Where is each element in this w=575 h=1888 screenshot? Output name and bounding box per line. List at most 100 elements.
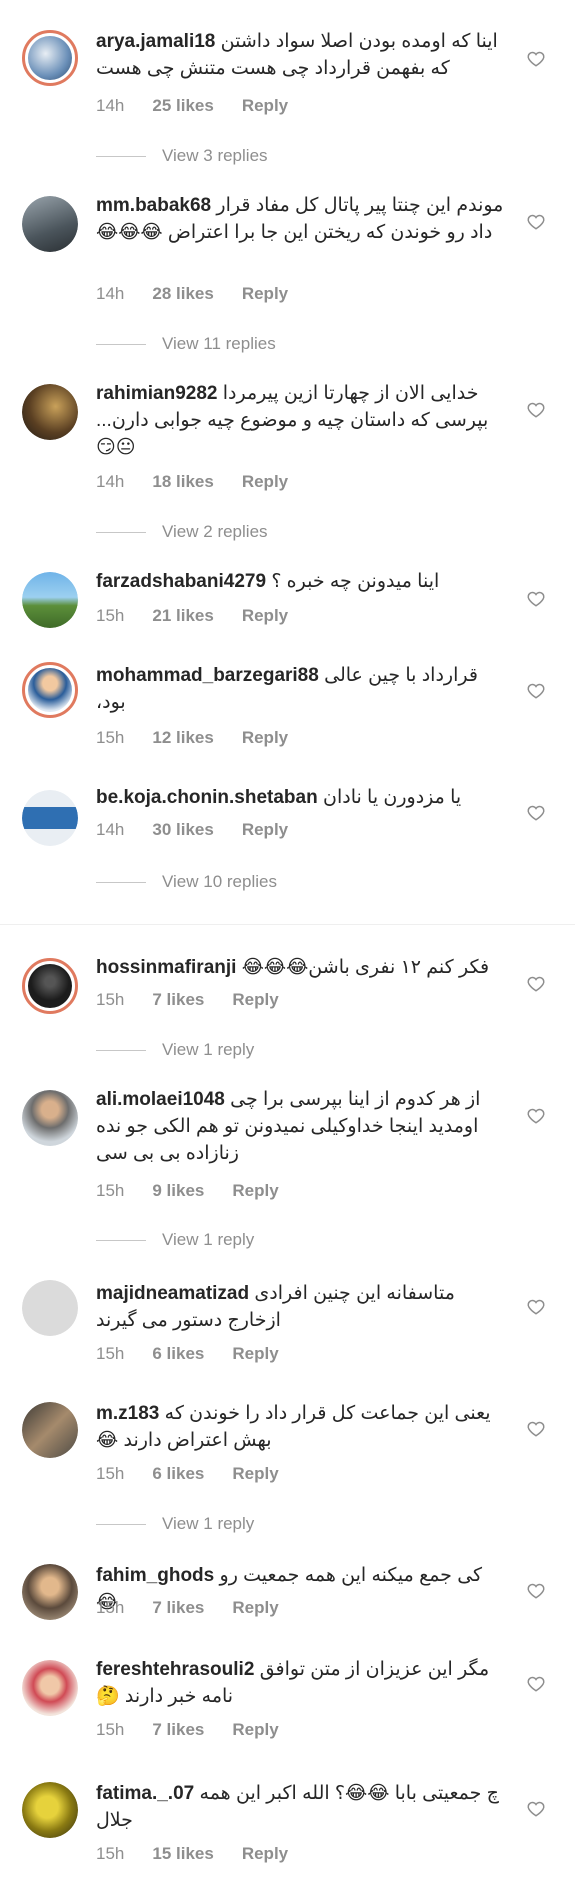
likes-count[interactable]: 6 likes bbox=[152, 1464, 204, 1483]
comment-username[interactable]: fereshtehrasouli2 bbox=[96, 1659, 254, 1680]
comment-username[interactable]: hossinmafiranji bbox=[96, 957, 236, 978]
likes-count[interactable]: 7 likes bbox=[152, 1720, 204, 1739]
comment-username[interactable]: mohammad_barzegari88 bbox=[96, 665, 319, 686]
comment-username[interactable]: rahimian9282 bbox=[96, 383, 217, 404]
avatar[interactable] bbox=[22, 1090, 78, 1146]
section-divider bbox=[0, 924, 575, 925]
avatar[interactable] bbox=[22, 196, 78, 252]
heart-icon[interactable] bbox=[527, 213, 545, 231]
comment-meta: 15h 15 likes Reply bbox=[96, 1844, 316, 1864]
comment-text: فکر کنم ۱۲ نفری باشن😂😂😂 bbox=[241, 957, 490, 978]
comment-time: 15h bbox=[96, 990, 125, 1009]
avatar[interactable] bbox=[22, 1280, 78, 1336]
avatar[interactable] bbox=[22, 1402, 78, 1458]
avatar[interactable] bbox=[22, 790, 78, 846]
comment-username[interactable]: farzadshabani4279 bbox=[96, 571, 266, 592]
reply-button[interactable]: Reply bbox=[232, 1344, 278, 1363]
heart-icon[interactable] bbox=[527, 1420, 545, 1438]
comment-meta: 15h 6 likes Reply bbox=[96, 1344, 307, 1364]
comment-meta: 14h 28 likes Reply bbox=[96, 284, 316, 304]
likes-count[interactable]: 9 likes bbox=[152, 1181, 204, 1200]
view-replies-button[interactable]: View 10 replies bbox=[96, 872, 277, 892]
heart-icon[interactable] bbox=[527, 975, 545, 993]
reply-button[interactable]: Reply bbox=[232, 1720, 278, 1739]
reply-button[interactable]: Reply bbox=[232, 1464, 278, 1483]
avatar[interactable] bbox=[22, 1782, 78, 1838]
comment-username[interactable]: fahim_ghods bbox=[96, 1565, 214, 1586]
heart-icon[interactable] bbox=[527, 50, 545, 68]
avatar[interactable] bbox=[22, 1660, 78, 1716]
likes-count[interactable]: 25 likes bbox=[152, 96, 213, 115]
comment-time: 15h bbox=[96, 1181, 125, 1200]
reply-button[interactable]: Reply bbox=[242, 284, 288, 303]
comment-time: 15h bbox=[96, 1598, 125, 1617]
comment-meta: 15h 21 likes Reply bbox=[96, 606, 316, 626]
comment-meta: 15h 7 likes Reply bbox=[96, 1598, 307, 1618]
heart-icon[interactable] bbox=[527, 1800, 545, 1818]
comment-username[interactable]: m.z183 bbox=[96, 1403, 159, 1424]
heart-icon[interactable] bbox=[527, 1107, 545, 1125]
likes-count[interactable]: 7 likes bbox=[152, 990, 204, 1009]
comment-time: 15h bbox=[96, 728, 125, 747]
likes-count[interactable]: 21 likes bbox=[152, 606, 213, 625]
comment-username[interactable]: arya.jamali18 bbox=[96, 31, 215, 52]
comment-meta: 15h 7 likes Reply bbox=[96, 1720, 307, 1740]
likes-count[interactable]: 28 likes bbox=[152, 284, 213, 303]
reply-button[interactable]: Reply bbox=[242, 820, 288, 839]
comment-time: 15h bbox=[96, 1844, 125, 1863]
likes-count[interactable]: 30 likes bbox=[152, 820, 213, 839]
view-replies-button[interactable]: View 3 replies bbox=[96, 146, 268, 166]
comment-username[interactable]: mm.babak68 bbox=[96, 195, 211, 216]
heart-icon[interactable] bbox=[527, 1675, 545, 1693]
heart-icon[interactable] bbox=[527, 682, 545, 700]
reply-button[interactable]: Reply bbox=[232, 1598, 278, 1617]
likes-count[interactable]: 6 likes bbox=[152, 1344, 204, 1363]
comment-text: اینا میدونن چه خبره ؟ bbox=[271, 571, 440, 592]
view-replies-button[interactable]: View 2 replies bbox=[96, 522, 268, 542]
avatar[interactable] bbox=[22, 662, 78, 718]
comment-time: 14h bbox=[96, 284, 125, 303]
heart-icon[interactable] bbox=[527, 1298, 545, 1316]
reply-button[interactable]: Reply bbox=[242, 1844, 288, 1863]
avatar[interactable] bbox=[22, 958, 78, 1014]
comment-time: 15h bbox=[96, 1344, 125, 1363]
avatar[interactable] bbox=[22, 1564, 78, 1620]
avatar[interactable] bbox=[22, 30, 78, 86]
heart-icon[interactable] bbox=[527, 590, 545, 608]
avatar[interactable] bbox=[22, 384, 78, 440]
comment-username[interactable]: be.koja.chonin.shetaban bbox=[96, 787, 318, 808]
likes-count[interactable]: 18 likes bbox=[152, 472, 213, 491]
reply-button[interactable]: Reply bbox=[242, 606, 288, 625]
view-replies-button[interactable]: View 11 replies bbox=[96, 334, 276, 354]
likes-count[interactable]: 7 likes bbox=[152, 1598, 204, 1617]
view-replies-button[interactable]: View 1 reply bbox=[96, 1040, 254, 1060]
comment-meta: 15h 6 likes Reply bbox=[96, 1464, 307, 1484]
likes-count[interactable]: 15 likes bbox=[152, 1844, 213, 1863]
reply-button[interactable]: Reply bbox=[232, 990, 278, 1009]
comment-meta: 15h 12 likes Reply bbox=[96, 728, 316, 748]
avatar[interactable] bbox=[22, 572, 78, 628]
comment-time: 14h bbox=[96, 472, 125, 491]
comment-username[interactable]: majidneamatizad bbox=[96, 1283, 249, 1304]
view-replies-button[interactable]: View 1 reply bbox=[96, 1514, 254, 1534]
comment-time: 15h bbox=[96, 1720, 125, 1739]
likes-count[interactable]: 12 likes bbox=[152, 728, 213, 747]
heart-icon[interactable] bbox=[527, 1582, 545, 1600]
comment-time: 15h bbox=[96, 1464, 125, 1483]
view-replies-button[interactable]: View 1 reply bbox=[96, 1230, 254, 1250]
comment-username[interactable]: ali.molaei1048 bbox=[96, 1089, 225, 1110]
reply-button[interactable]: Reply bbox=[242, 96, 288, 115]
comment-meta: 14h 25 likes Reply bbox=[96, 96, 316, 116]
comment-username[interactable]: fatima._.07 bbox=[96, 1783, 194, 1804]
reply-button[interactable]: Reply bbox=[242, 472, 288, 491]
comment-time: 14h bbox=[96, 96, 125, 115]
comment-meta: 15h 7 likes Reply bbox=[96, 990, 307, 1010]
comment-time: 15h bbox=[96, 606, 125, 625]
reply-button[interactable]: Reply bbox=[242, 728, 288, 747]
comment-meta: 14h 18 likes Reply bbox=[96, 472, 316, 492]
reply-button[interactable]: Reply bbox=[232, 1181, 278, 1200]
heart-icon[interactable] bbox=[527, 401, 545, 419]
comment-meta: 15h 9 likes Reply bbox=[96, 1181, 307, 1201]
comment-text: یا مزدورن یا نادان bbox=[323, 787, 462, 808]
heart-icon[interactable] bbox=[527, 804, 545, 822]
